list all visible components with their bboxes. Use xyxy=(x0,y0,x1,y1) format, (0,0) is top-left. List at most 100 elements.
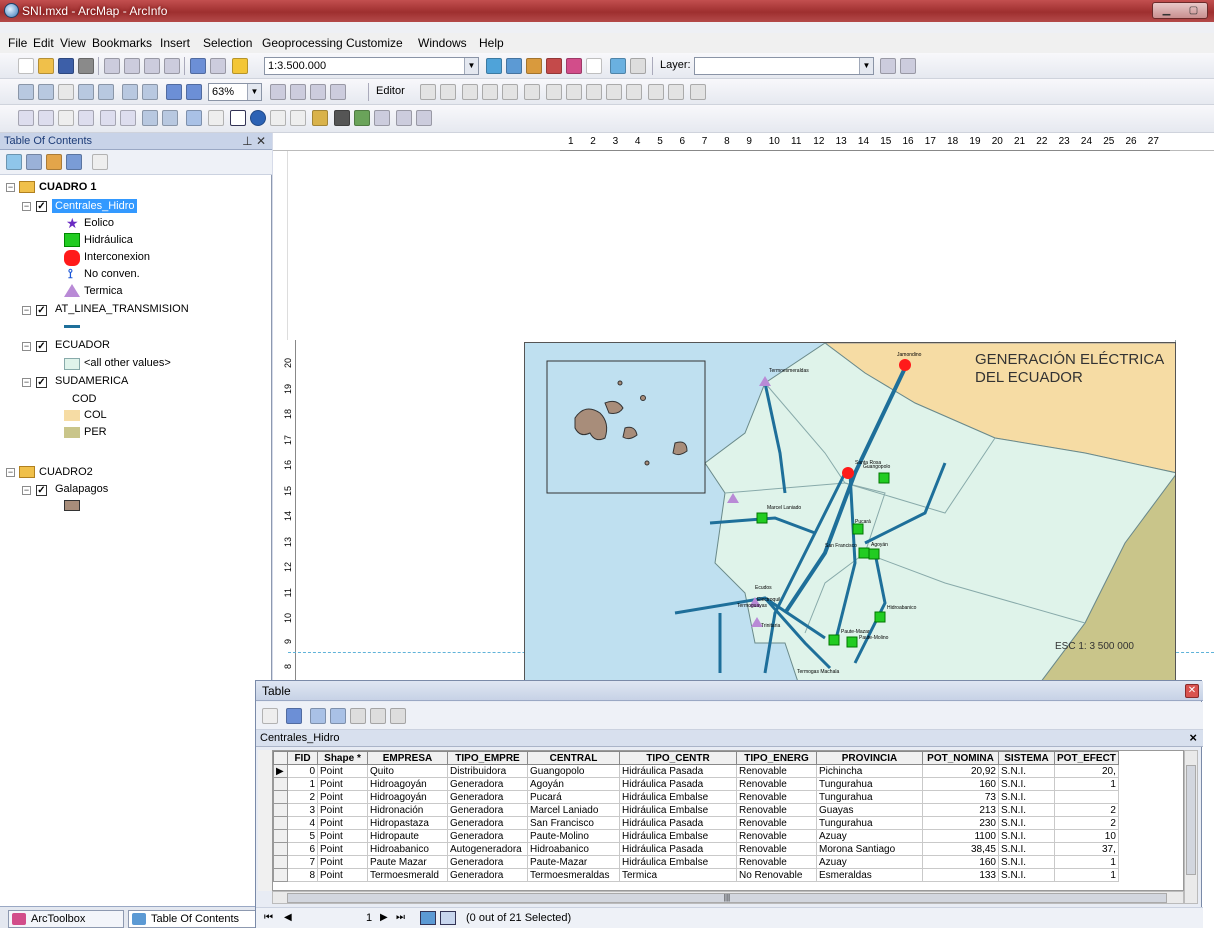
maximize-button[interactable]: ▢ xyxy=(1180,3,1207,18)
collapse-icon[interactable]: − xyxy=(22,486,31,495)
zoom-100-icon[interactable] xyxy=(98,84,114,100)
menu-geoprocessing[interactable]: Geoprocessing xyxy=(262,36,343,50)
map-data-frame[interactable]: GENERACIÓN ELÉCTRICA DEL ECUADOR ESC 1: … xyxy=(524,342,1176,702)
rotate-icon[interactable] xyxy=(626,84,642,100)
save-icon[interactable] xyxy=(58,58,74,74)
select-elements-icon[interactable] xyxy=(230,110,246,126)
point-icon[interactable] xyxy=(524,84,540,100)
layer-visibility-checkbox[interactable]: ✓ xyxy=(36,305,47,316)
html-popup-icon[interactable] xyxy=(290,110,306,126)
table-row[interactable]: 2 Point Hidroagoyán Generadora Pucará Hidrául… xyxy=(273,790,1119,804)
menu-insert[interactable]: Insert xyxy=(160,36,190,50)
column-header[interactable]: CENTRAL xyxy=(527,751,620,765)
sketch-properties-icon[interactable] xyxy=(668,84,684,100)
measure-icon[interactable] xyxy=(312,110,328,126)
layer-visibility-checkbox[interactable]: ✓ xyxy=(36,377,47,388)
zoom-in-icon[interactable] xyxy=(18,110,34,126)
focus-data-frame-icon[interactable] xyxy=(290,84,306,100)
data-frame-cuadro1[interactable]: CUADRO 1 xyxy=(39,181,96,193)
cut-polygons-icon[interactable] xyxy=(586,84,602,100)
zoom-to-selected-icon[interactable] xyxy=(370,708,386,724)
delete-icon[interactable] xyxy=(164,58,180,74)
show-selected-records-icon[interactable] xyxy=(440,911,456,925)
table-options-icon[interactable] xyxy=(262,708,278,724)
arctoolbox-icon[interactable] xyxy=(566,58,582,74)
minimize-button[interactable]: ▁ xyxy=(1153,3,1180,18)
time-slider-icon[interactable] xyxy=(396,110,412,126)
new-document-icon[interactable] xyxy=(18,58,34,74)
data-driven-pages-icon[interactable] xyxy=(330,84,346,100)
layer-at-linea-transmision[interactable]: AT_LINEA_TRANSMISION xyxy=(55,303,189,315)
row-selector[interactable] xyxy=(273,842,288,856)
undo-icon[interactable] xyxy=(190,58,206,74)
tab-arctoolbox[interactable]: ArcToolbox xyxy=(8,910,124,928)
split-icon[interactable] xyxy=(606,84,622,100)
zoom-percent-combo[interactable]: 63% ▼ xyxy=(208,83,262,101)
add-data-icon[interactable] xyxy=(232,58,248,74)
row-selector[interactable] xyxy=(273,868,288,882)
column-header[interactable]: FID xyxy=(287,751,318,765)
layer-centrales-hidro[interactable]: Centrales_Hidro xyxy=(52,199,138,213)
edit-vertices-icon[interactable] xyxy=(546,84,562,100)
row-selector[interactable] xyxy=(273,803,288,817)
clear-selection-icon[interactable] xyxy=(208,110,224,126)
whats-this-icon[interactable] xyxy=(630,58,646,74)
table-row[interactable]: 4 Point Hidropastaza Generadora San Francisc… xyxy=(273,816,1119,830)
column-header[interactable]: POT_EFECT xyxy=(1054,751,1119,765)
go-to-xy-icon[interactable] xyxy=(374,110,390,126)
edit-annotation-icon[interactable] xyxy=(440,84,456,100)
previous-record-icon[interactable]: ◀ xyxy=(284,912,292,923)
copy-icon[interactable] xyxy=(124,58,140,74)
row-selector[interactable] xyxy=(273,790,288,804)
list-by-source-icon[interactable] xyxy=(26,154,42,170)
previous-extent-icon[interactable] xyxy=(166,84,182,100)
open-folder-icon[interactable] xyxy=(38,58,54,74)
column-header[interactable]: POT_NOMINA xyxy=(922,751,999,765)
column-header[interactable]: SISTEMA xyxy=(998,751,1055,765)
fixed-zoom-in-icon[interactable] xyxy=(122,84,138,100)
table-row[interactable]: 7 Point Paute Mazar Generadora Paute-Mazar Hi… xyxy=(273,855,1119,869)
fixed-zoom-out-icon[interactable] xyxy=(142,84,158,100)
table-row[interactable]: 3 Point Hidronación Generadora Marcel Laniad… xyxy=(273,803,1119,817)
select-by-attributes-icon[interactable] xyxy=(310,708,326,724)
map-scale-combo[interactable]: 1:3.500.000 ▼ xyxy=(264,57,479,75)
delete-selected-icon[interactable] xyxy=(390,708,406,724)
row-selector[interactable] xyxy=(273,855,288,869)
viewer-window-icon[interactable] xyxy=(416,110,432,126)
list-by-drawing-order-icon[interactable] xyxy=(6,154,22,170)
first-record-icon[interactable]: ⏮ xyxy=(264,912,273,923)
data-frame-cuadro2[interactable]: CUADRO2 xyxy=(39,466,93,478)
layer-visibility-checkbox[interactable]: ✓ xyxy=(36,201,47,212)
scroll-thumb[interactable]: ||| xyxy=(287,893,1167,903)
table-row[interactable]: 6 Point Hidroabanico Autogeneradora Hidroaba… xyxy=(273,842,1119,856)
toc-window-icon[interactable] xyxy=(506,58,522,74)
row-selector[interactable] xyxy=(273,777,288,791)
paste-icon[interactable] xyxy=(144,58,160,74)
menu-windows[interactable]: Windows xyxy=(418,36,467,50)
table-row[interactable]: 1 Point Hidroagoyán Generadora Agoyán Hidrául… xyxy=(273,777,1119,791)
menu-file[interactable]: File xyxy=(8,36,27,50)
related-tables-icon[interactable] xyxy=(286,708,302,724)
toggle-draft-icon[interactable] xyxy=(270,84,286,100)
collapse-icon[interactable]: − xyxy=(22,342,31,351)
reshape-icon[interactable] xyxy=(566,84,582,100)
vertical-scrollbar[interactable] xyxy=(1184,750,1198,904)
menu-help[interactable]: Help xyxy=(479,36,504,50)
close-table-button[interactable]: ✕ xyxy=(1185,684,1199,698)
switch-selection-icon[interactable] xyxy=(330,708,346,724)
menu-bookmarks[interactable]: Bookmarks xyxy=(92,36,152,50)
find-icon[interactable] xyxy=(334,110,350,126)
last-record-icon[interactable]: ⏭ xyxy=(396,912,405,923)
menu-selection[interactable]: Selection xyxy=(203,36,252,50)
fixed-zoom-out-map-icon[interactable] xyxy=(120,110,136,126)
table-row[interactable]: ▶ 0 Point Quito Distribuidora Guangopolo Hidrá… xyxy=(273,764,1119,778)
python-window-icon[interactable] xyxy=(586,58,602,74)
cut-icon[interactable] xyxy=(104,58,120,74)
go-back-icon[interactable] xyxy=(142,110,158,126)
column-header[interactable]: Shape * xyxy=(317,751,368,765)
menu-customize[interactable]: Customize xyxy=(346,36,403,50)
horizontal-scrollbar[interactable]: ||| xyxy=(272,891,1184,904)
straight-segment-icon[interactable] xyxy=(462,84,478,100)
show-all-records-icon[interactable] xyxy=(420,911,436,925)
toc-pin-close-icon[interactable]: ⊥ ✕ xyxy=(242,134,266,148)
